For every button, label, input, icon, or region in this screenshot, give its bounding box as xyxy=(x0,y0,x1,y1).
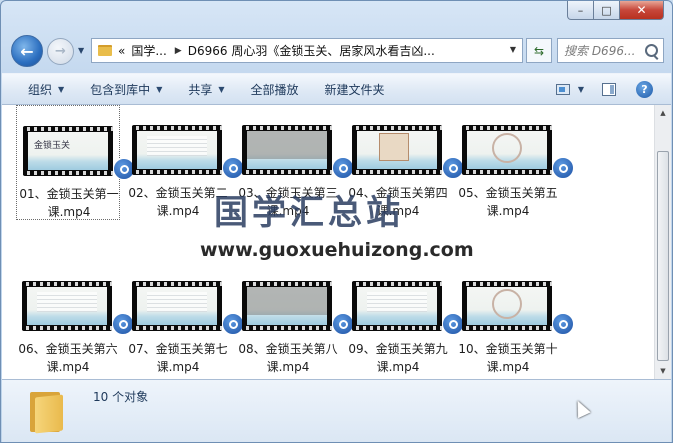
vertical-scrollbar[interactable]: ▲ ▼ xyxy=(654,105,671,379)
arrow-right-icon: → xyxy=(55,44,66,59)
address-bar[interactable]: « 国学... ▶ D6966 周心羽《金锁玉关、居家风水看吉凶... ▼ xyxy=(91,38,523,63)
file-name: 06、金锁玉关第六课.mp4 xyxy=(18,342,118,374)
refresh-icon: ⇆ xyxy=(533,43,545,58)
file-name: 07、金锁玉关第七课.mp4 xyxy=(128,342,228,374)
recent-pages-dropdown-icon[interactable]: ▼ xyxy=(78,46,84,55)
file-list-pane[interactable]: 金锁玉关 01、金锁玉关第一课.mp4 02、金锁玉关第二课.mp4 03、金锁玉关第… xyxy=(2,105,671,379)
search-placeholder: 搜索 D696... xyxy=(564,44,636,58)
file-item[interactable]: 07、金锁玉关第七课.mp4 xyxy=(126,261,244,376)
play-all-label: 全部播放 xyxy=(250,82,299,97)
organize-menu[interactable]: 组织 ▼ xyxy=(28,81,64,98)
file-name: 08、金锁玉关第八课.mp4 xyxy=(238,342,338,374)
video-thumbnail xyxy=(462,281,552,331)
file-name: 04、金锁玉关第四课.mp4 xyxy=(348,186,448,218)
media-player-badge-icon xyxy=(552,157,574,179)
help-icon[interactable]: ? xyxy=(636,80,653,98)
file-item[interactable]: 08、金锁玉关第八课.mp4 xyxy=(236,261,354,376)
file-name: 10、金锁玉关第十课.mp4 xyxy=(458,342,558,374)
video-thumbnail xyxy=(22,281,112,331)
chevron-down-icon: ▼ xyxy=(218,84,225,94)
video-thumbnail xyxy=(132,281,222,331)
file-name: 01、金锁玉关第一课.mp4 xyxy=(19,187,119,219)
file-item[interactable]: 金锁玉关 01、金锁玉关第一课.mp4 xyxy=(16,105,135,220)
include-in-library-menu[interactable]: 包含到库中 ▼ xyxy=(90,81,162,98)
new-folder-button[interactable]: 新建文件夹 xyxy=(325,81,385,98)
video-thumbnail xyxy=(242,281,332,331)
play-all-button[interactable]: 全部播放 xyxy=(251,81,299,98)
view-options-dropdown-icon[interactable]: ▼ xyxy=(578,85,584,94)
scroll-down-icon[interactable]: ▼ xyxy=(656,363,670,379)
refresh-button[interactable]: ⇆ xyxy=(526,38,552,63)
file-item[interactable]: 02、金锁玉关第二课.mp4 xyxy=(126,105,244,220)
media-player-badge-icon xyxy=(552,313,574,335)
caption-buttons: – □ ✕ xyxy=(567,1,664,20)
change-view-icon[interactable] xyxy=(555,83,570,95)
scrollbar-thumb[interactable] xyxy=(657,151,669,361)
file-item[interactable]: 09、金锁玉关第九课.mp4 xyxy=(346,261,464,376)
share-label: 共享 xyxy=(188,82,213,97)
file-item[interactable]: 05、金锁玉关第五课.mp4 xyxy=(456,105,574,220)
include-in-library-label: 包含到库中 xyxy=(90,82,151,97)
file-item[interactable]: 03、金锁玉关第三课.mp4 xyxy=(236,105,354,220)
file-name: 03、金锁玉关第三课.mp4 xyxy=(238,186,338,218)
video-thumbnail xyxy=(462,125,552,175)
command-bar: 组织 ▼ 包含到库中 ▼ 共享 ▼ 全部播放 新建文件夹 ▼ ? xyxy=(2,73,671,105)
file-item[interactable]: 10、金锁玉关第十课.mp4 xyxy=(456,261,574,376)
search-input[interactable]: 搜索 D696... xyxy=(557,38,664,63)
breadcrumb-separator-icon[interactable]: ▶ xyxy=(175,46,182,56)
explorer-window: – □ ✕ ← → ▼ « 国学... ▶ D6966 周心羽《金锁玉关、居家风… xyxy=(0,0,673,443)
navigation-bar: ← → ▼ « 国学... ▶ D6966 周心羽《金锁玉关、居家风水看吉凶..… xyxy=(11,35,666,69)
file-item[interactable]: 06、金锁玉关第六课.mp4 xyxy=(16,261,134,376)
close-button[interactable]: ✕ xyxy=(620,1,664,20)
file-name: 09、金锁玉关第九课.mp4 xyxy=(348,342,448,374)
address-overflow-chevron[interactable]: « xyxy=(118,44,125,58)
share-menu[interactable]: 共享 ▼ xyxy=(188,81,224,98)
item-count: 10 个对象 xyxy=(93,390,149,404)
file-name: 02、金锁玉关第二课.mp4 xyxy=(128,186,228,218)
video-thumbnail xyxy=(242,125,332,175)
new-folder-label: 新建文件夹 xyxy=(324,82,385,97)
back-button[interactable]: ← xyxy=(11,35,43,67)
video-thumbnail: 金锁玉关 xyxy=(23,126,113,176)
address-dropdown-icon[interactable]: ▼ xyxy=(510,45,516,54)
preview-pane-icon[interactable] xyxy=(602,82,616,96)
arrow-left-icon: ← xyxy=(20,41,34,61)
organize-label: 组织 xyxy=(28,82,53,97)
toolbar-right-group: ▼ ? xyxy=(555,74,671,104)
forward-button[interactable]: → xyxy=(47,38,74,65)
minimize-button[interactable]: – xyxy=(567,1,594,20)
chevron-down-icon: ▼ xyxy=(58,84,65,94)
video-thumbnail xyxy=(352,125,442,175)
details-pane: 10 个对象 xyxy=(2,379,671,442)
file-name: 05、金锁玉关第五课.mp4 xyxy=(458,186,558,218)
folder-icon xyxy=(30,388,64,434)
breadcrumb-current-folder[interactable]: D6966 周心羽《金锁玉关、居家风水看吉凶... xyxy=(188,42,435,59)
breadcrumb-guoxue[interactable]: 国学... xyxy=(131,42,166,59)
video-thumbnail xyxy=(352,281,442,331)
thumbnail-title-text: 金锁玉关 xyxy=(34,141,71,151)
file-item[interactable]: 04、金锁玉关第四课.mp4 xyxy=(346,105,464,220)
maximize-button[interactable]: □ xyxy=(594,1,620,20)
watermark-url: www.guoxuehuizong.com xyxy=(200,239,474,261)
scroll-up-icon[interactable]: ▲ xyxy=(656,105,670,121)
chevron-down-icon: ▼ xyxy=(156,84,163,94)
video-thumbnail xyxy=(132,125,222,175)
search-icon[interactable] xyxy=(645,44,658,57)
folder-icon xyxy=(98,45,112,56)
